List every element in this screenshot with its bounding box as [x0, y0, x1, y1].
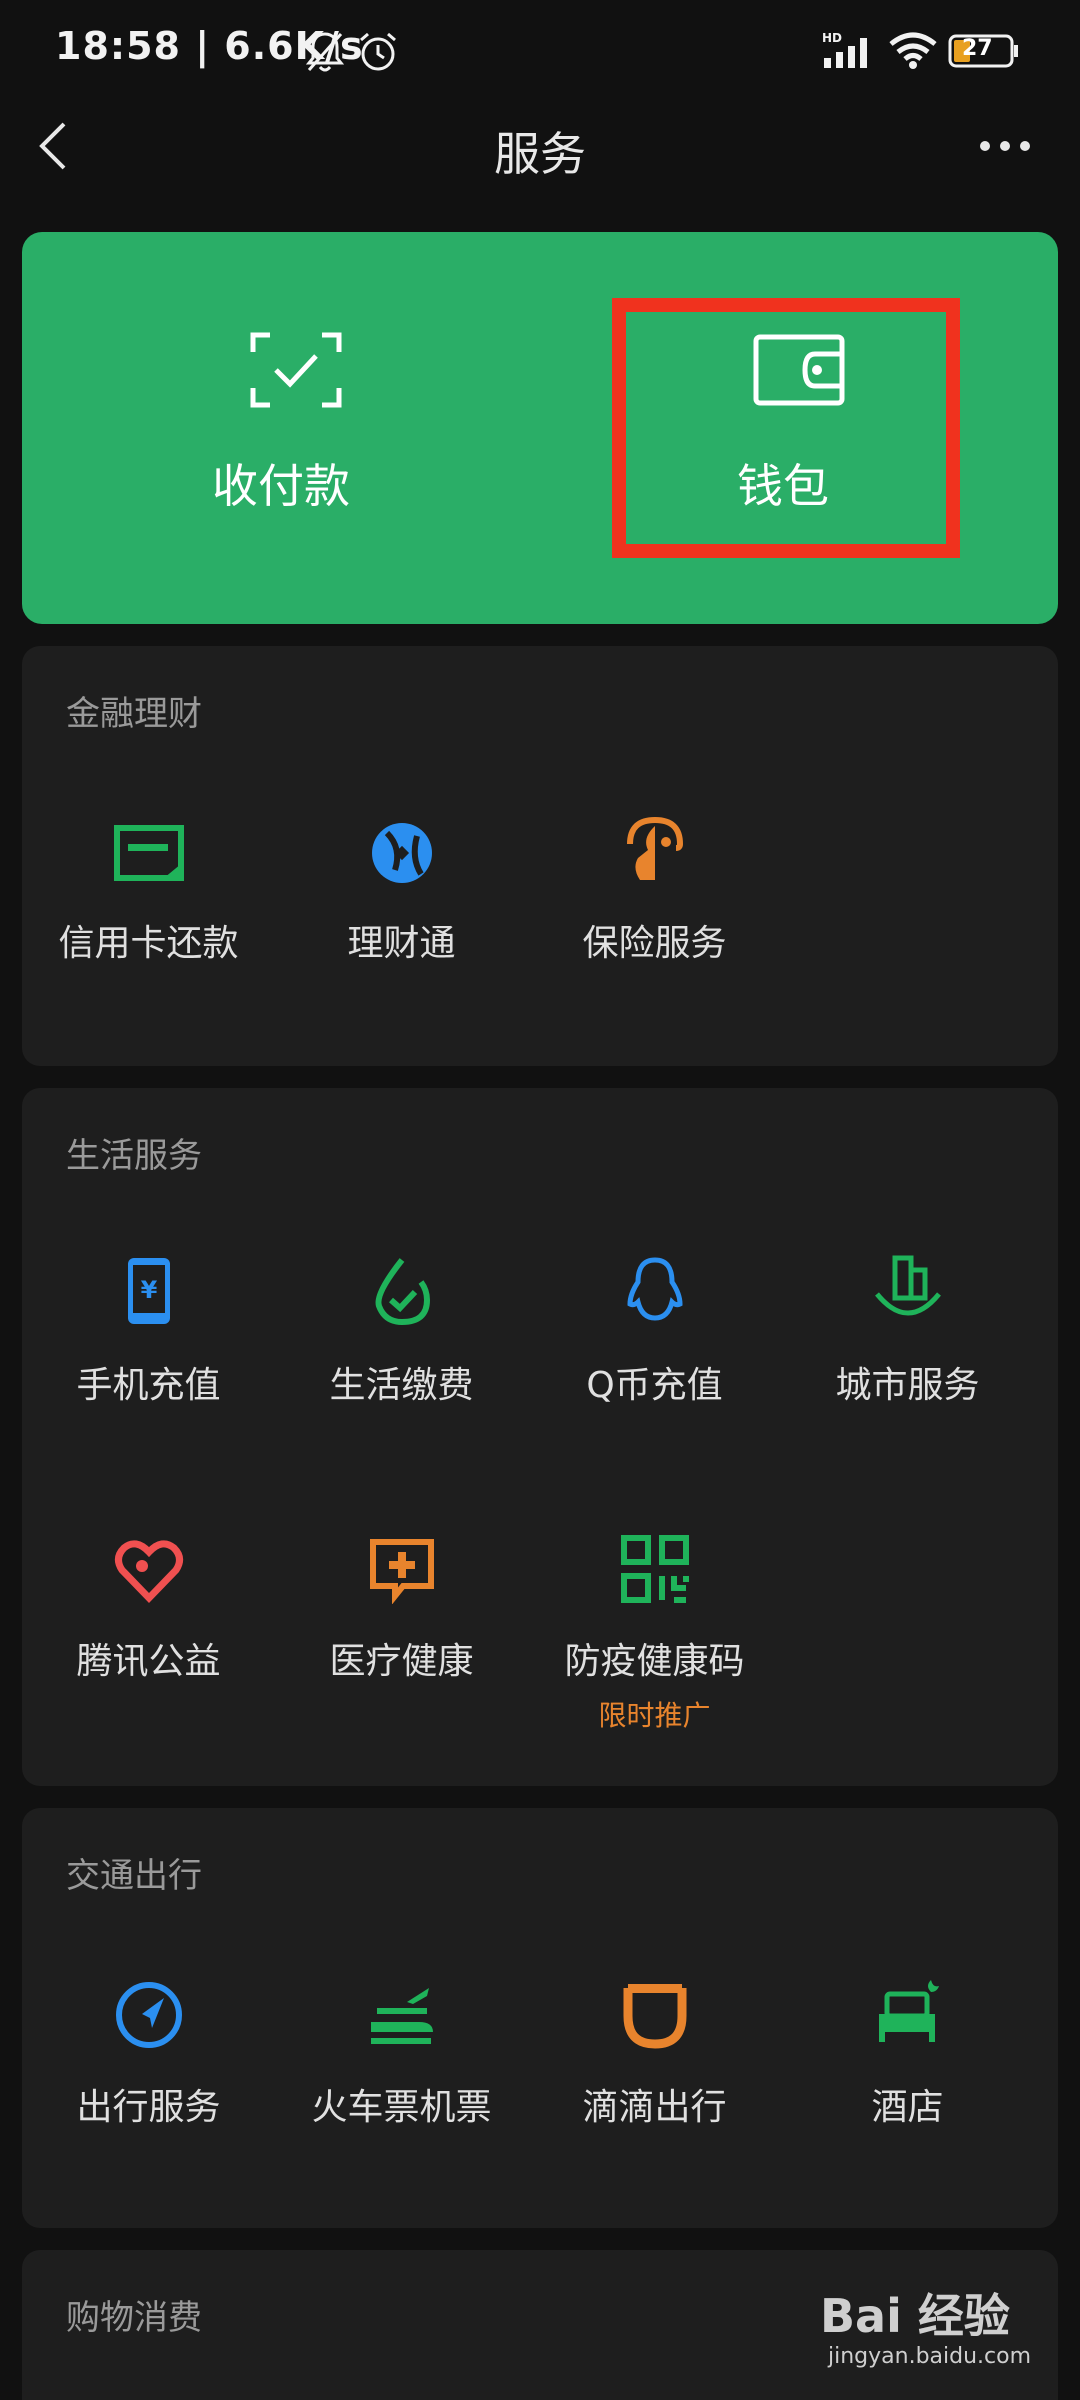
nav-bar: 服务 — [0, 100, 1080, 230]
hotel-bed-icon — [879, 1980, 939, 2042]
phone-recharge-button[interactable]: ¥ 手机充值 — [22, 1088, 275, 1406]
phone-recharge-icon: ¥ — [128, 1258, 170, 1324]
grid-label: 腾讯公益 — [76, 1641, 221, 1682]
grid-label: 保险服务 — [582, 923, 727, 964]
insurance-button[interactable]: 保险服务 — [528, 646, 781, 1066]
medical-health-button[interactable]: 医疗健康 — [275, 1378, 528, 1682]
navigation-icon — [116, 1982, 182, 2048]
insurance-icon — [627, 816, 684, 880]
scan-check-icon — [250, 332, 342, 408]
tencent-charity-button[interactable]: 腾讯公益 — [22, 1378, 275, 1682]
grid-label: 城市服务 — [835, 1365, 980, 1406]
receive-payment-button[interactable]: 收付款 — [22, 232, 540, 624]
grid-label: 信用卡还款 — [58, 923, 239, 964]
wallet-highlight-box — [612, 298, 960, 558]
svg-text:¥: ¥ — [141, 1276, 158, 1304]
section-finance: 金融理财 信用卡还款 理财通 保险服务 — [22, 646, 1058, 1066]
didi-icon — [623, 1984, 687, 2049]
hotel-button[interactable]: 酒店 — [781, 1808, 1034, 2228]
train-plane-icon — [371, 1988, 433, 2044]
credit-card-repay-button[interactable]: 信用卡还款 — [22, 646, 275, 1066]
medical-icon — [370, 1539, 434, 1604]
receive-payment-label: 收付款 — [212, 459, 350, 513]
grid-label: 火车票机票 — [311, 2087, 492, 2128]
page-title: 服务 — [494, 127, 586, 181]
promo-badge: 限时推广 — [598, 1699, 711, 1732]
watermark-logo: Bai 经验 — [820, 2289, 1010, 2343]
charity-heart-icon — [115, 1540, 183, 1604]
utility-bill-icon — [375, 1258, 431, 1326]
baidu-watermark: Bai 经验 jingyan.baidu.com — [820, 2280, 1050, 2380]
city-service-button[interactable]: 城市服务 — [781, 1088, 1034, 1406]
grid-label: 理财通 — [347, 923, 456, 964]
signal-icon: HD — [822, 31, 867, 68]
section-life-services: 生活服务 ¥ 手机充值 生活缴费 Q币充值 城市服务 腾讯公益 医疗健康 防疫健… — [22, 1088, 1058, 1786]
grid-label: 防疫健康码 — [564, 1641, 745, 1682]
grid-label: 酒店 — [871, 2087, 944, 2128]
credit-card-icon — [114, 825, 184, 881]
more-icon[interactable] — [975, 126, 1035, 166]
battery-level: 27 — [962, 36, 993, 61]
qr-code-icon — [621, 1535, 689, 1603]
watermark-url: jingyan.baidu.com — [828, 2344, 1032, 2369]
q-coin-button[interactable]: Q币充值 — [528, 1088, 781, 1406]
health-code-button[interactable]: 防疫健康码 限时推广 — [528, 1378, 781, 1732]
travel-service-button[interactable]: 出行服务 — [22, 1808, 275, 2228]
section-transport: 交通出行 出行服务 火车票机票 滴滴出行 酒店 — [22, 1808, 1058, 2228]
alarm-clock-icon — [360, 32, 396, 71]
bell-muted-icon — [305, 32, 345, 72]
status-bar: 18:58 | 6.6K/s HD 27 — [0, 0, 1080, 100]
grid-label: 出行服务 — [76, 2087, 221, 2128]
city-service-icon — [875, 1255, 941, 1316]
train-flight-button[interactable]: 火车票机票 — [275, 1808, 528, 2228]
grid-label: 滴滴出行 — [582, 2087, 727, 2128]
didi-button[interactable]: 滴滴出行 — [528, 1808, 781, 2228]
network-label: HD — [822, 31, 842, 45]
grid-label: 医疗健康 — [329, 1641, 474, 1682]
licaitong-icon — [372, 823, 432, 883]
qq-penguin-icon — [627, 1257, 683, 1321]
licaitong-button[interactable]: 理财通 — [275, 646, 528, 1066]
section-title: 购物消费 — [66, 2298, 202, 2338]
utility-bill-button[interactable]: 生活缴费 — [275, 1088, 528, 1406]
wifi-icon — [889, 32, 937, 69]
